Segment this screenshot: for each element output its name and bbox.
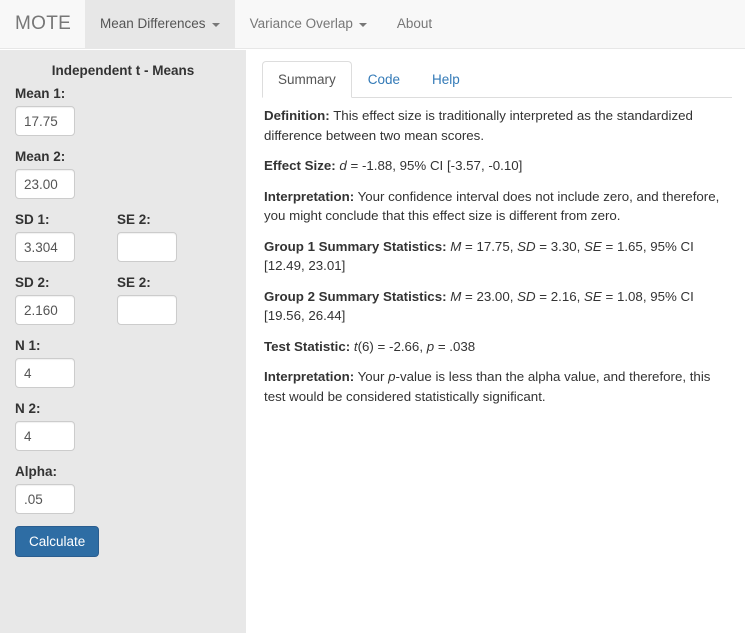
definition-label: Definition:	[264, 108, 330, 123]
nav-item-label: Mean Differences	[100, 16, 206, 31]
input-alpha[interactable]	[15, 484, 75, 514]
interpretation-p-label: Interpretation:	[264, 369, 355, 384]
tab-help[interactable]: Help	[416, 61, 476, 98]
effect-size-value: = -1.88, 95% CI [-3.57, -0.10]	[346, 158, 523, 173]
chevron-down-icon	[358, 23, 367, 27]
input-n-1[interactable]	[15, 358, 75, 388]
field-group-sd-2: SD 2:	[15, 274, 117, 325]
label-alpha: Alpha:	[15, 464, 57, 479]
tab-summary[interactable]: Summary	[262, 61, 352, 98]
nav-item-about[interactable]: About	[382, 0, 447, 48]
interpretation-p-text-a: Your	[354, 369, 389, 384]
label-se-2-upper: SE 2:	[117, 212, 151, 227]
definition-paragraph: Definition: This effect size is traditio…	[264, 106, 724, 145]
label-sd-1: SD 1:	[15, 212, 50, 227]
input-se-2-upper[interactable]	[117, 232, 177, 262]
group-2-statistics-paragraph: Group 2 Summary Statistics: M = 23.00, S…	[264, 287, 724, 326]
group-1-m-symbol: M	[450, 238, 462, 254]
label-sd-2: SD 2:	[15, 275, 50, 290]
summary-tab-content: Definition: This effect size is traditio…	[262, 98, 724, 406]
results-tablist: Summary Code Help	[262, 61, 732, 98]
input-n-2[interactable]	[15, 421, 75, 451]
group-2-label: Group 2 Summary Statistics:	[264, 288, 447, 304]
field-row-sd2-se2b: SD 2: SE 2:	[15, 274, 231, 325]
interpretation-ci-label: Interpretation:	[264, 188, 355, 204]
label-se-2-lower: SE 2:	[117, 275, 151, 290]
effect-size-paragraph: Effect Size: d = -1.88, 95% CI [-3.57, -…	[264, 156, 724, 176]
field-group-sd-1: SD 1:	[15, 211, 117, 262]
effect-size-symbol: d	[339, 158, 347, 173]
test-statistic-p-value: = .038	[434, 338, 476, 354]
top-navbar: MOTE Mean Differences Variance Overlap A…	[0, 0, 745, 49]
nav-item-mean-differences[interactable]: Mean Differences	[85, 0, 235, 48]
group-2-sd-value: = 2.16,	[535, 288, 585, 304]
input-sidebar: Independent t - Means Mean 1: Mean 2: SD…	[0, 50, 246, 633]
input-sd-1[interactable]	[15, 232, 75, 262]
test-statistic-label: Test Statistic:	[264, 338, 351, 354]
nav-item-variance-overlap[interactable]: Variance Overlap	[235, 0, 382, 48]
label-mean-2: Mean 2:	[15, 149, 66, 164]
field-group-se-2-lower: SE 2:	[117, 274, 219, 325]
field-group-alpha: Alpha:	[15, 463, 231, 514]
field-group-mean2: Mean 2:	[15, 148, 231, 199]
group-2-sd-symbol: SD	[517, 288, 536, 304]
label-n-2: N 2:	[15, 401, 41, 416]
test-statistic-paragraph: Test Statistic: t(6) = -2.66, p = .038	[264, 337, 724, 357]
interpretation-p-symbol: p	[388, 369, 396, 384]
label-n-1: N 1:	[15, 338, 41, 353]
group-1-sd-symbol: SD	[517, 238, 536, 254]
label-mean-1: Mean 1:	[15, 86, 66, 101]
group-1-label: Group 1 Summary Statistics:	[264, 238, 447, 254]
nav-item-label: Variance Overlap	[249, 16, 353, 31]
effect-size-label: Effect Size:	[264, 158, 336, 173]
input-mean-2[interactable]	[15, 169, 75, 199]
field-group-se-2-upper: SE 2:	[117, 211, 219, 262]
group-1-sd-value: = 3.30,	[535, 238, 585, 254]
chevron-down-icon	[211, 23, 220, 27]
group-1-se-symbol: SE	[584, 238, 602, 254]
group-1-statistics-paragraph: Group 1 Summary Statistics: M = 17.75, S…	[264, 237, 724, 276]
navbar-items: Mean Differences Variance Overlap About	[85, 0, 447, 48]
panel-title: Independent t - Means	[51, 63, 195, 78]
field-row-sd1-se2a: SD 1: SE 2:	[15, 211, 231, 262]
results-panel: Summary Code Help Definition: This effec…	[262, 61, 732, 622]
group-2-m-symbol: M	[450, 288, 462, 304]
input-mean-1[interactable]	[15, 106, 75, 136]
field-group-mean1: Mean 1:	[15, 85, 231, 136]
calculate-button[interactable]: Calculate	[15, 526, 100, 557]
input-se-2-lower[interactable]	[117, 295, 177, 325]
interpretation-ci-paragraph: Interpretation: Your confidence interval…	[264, 187, 724, 226]
field-group-n1: N 1:	[15, 337, 231, 388]
tab-code[interactable]: Code	[352, 61, 416, 98]
brand-logo[interactable]: MOTE	[15, 0, 81, 48]
group-2-m-value: = 23.00,	[461, 288, 518, 304]
interpretation-p-paragraph: Interpretation: Your p-value is less tha…	[264, 367, 724, 406]
field-group-n2: N 2:	[15, 400, 231, 451]
group-2-se-symbol: SE	[584, 288, 602, 304]
group-1-m-value: = 17.75,	[461, 238, 518, 254]
test-statistic-p-symbol: p	[426, 338, 435, 354]
input-sd-2[interactable]	[15, 295, 75, 325]
nav-item-label: About	[396, 16, 433, 31]
test-statistic-t-value: (6) = -2.66,	[357, 338, 427, 354]
